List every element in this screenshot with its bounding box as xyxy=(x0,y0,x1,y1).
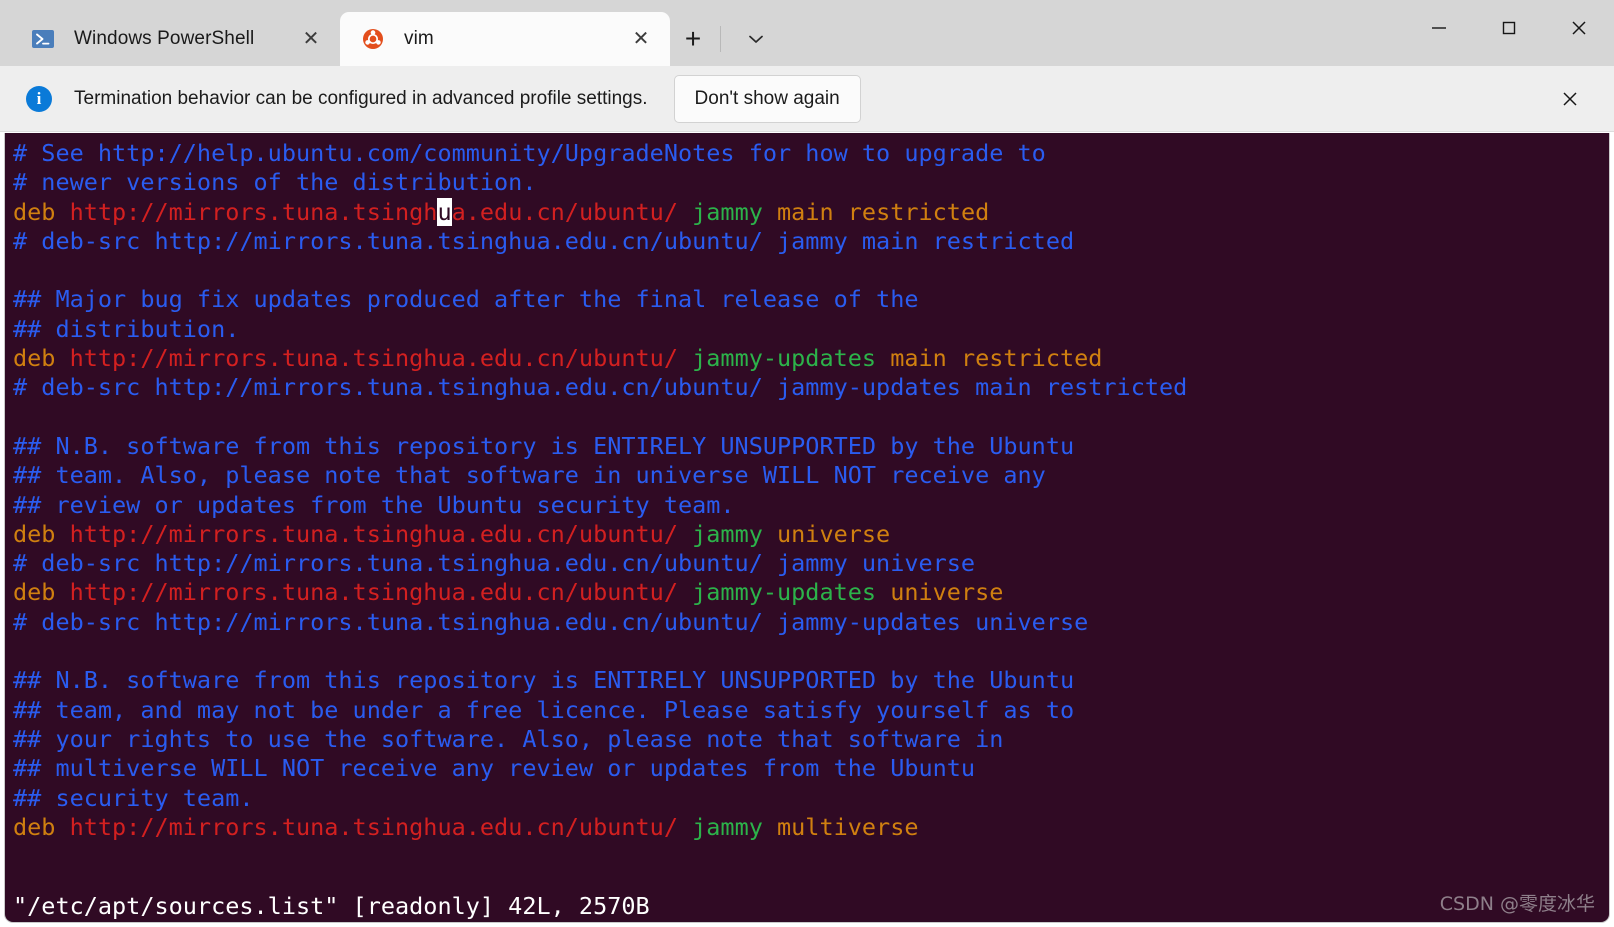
terminal-line: ## N.B. software from this repository is… xyxy=(13,432,1609,461)
terminal-line: ## N.B. software from this repository is… xyxy=(13,666,1609,695)
deb-keyword: deb xyxy=(13,197,70,226)
components: main restricted xyxy=(777,197,990,226)
deb-keyword: deb xyxy=(13,812,70,841)
tab-vim[interactable]: vim ✕ xyxy=(340,12,670,66)
components: multiverse xyxy=(777,812,919,841)
repo-url: http://mirrors.tuna.tsinghua.edu.cn/ubun… xyxy=(69,812,693,841)
comment-text: ## N.B. software from this repository is… xyxy=(13,666,1075,695)
chevron-down-icon[interactable] xyxy=(733,16,779,62)
comment-text: ## multiverse WILL NOT receive any revie… xyxy=(13,754,976,783)
status-cursor-position: 3,31 xyxy=(1263,921,1320,922)
repo-url: a.edu.cn/ubuntu/ xyxy=(451,197,693,226)
tab-windows-powershell[interactable]: Windows PowerShell ✕ xyxy=(10,12,340,66)
close-icon[interactable] xyxy=(1548,77,1592,121)
terminal-line: # deb-src http://mirrors.tuna.tsinghua.e… xyxy=(13,608,1609,637)
terminal-line: # See http://help.ubuntu.com/community/U… xyxy=(13,139,1609,168)
terminal-line: ## team, and may not be under a free lic… xyxy=(13,696,1609,725)
terminal-line: ## distribution. xyxy=(13,315,1609,344)
dont-show-again-button[interactable]: Don't show again xyxy=(673,74,861,123)
minimize-button[interactable] xyxy=(1404,0,1474,56)
close-icon[interactable]: ✕ xyxy=(296,24,326,54)
terminal-line: # deb-src http://mirrors.tuna.tsinghua.e… xyxy=(13,373,1609,402)
watermark: CSDN @零度冰华 xyxy=(1439,893,1595,915)
window-controls xyxy=(1404,0,1614,66)
vim-status-line: "/etc/apt/sources.list" [readonly] 42L, … xyxy=(5,863,1609,922)
comment-text: ## review or updates from the Ubuntu sec… xyxy=(13,490,735,519)
notification-bar: i Termination behavior can be configured… xyxy=(0,66,1614,132)
tab-label: vim xyxy=(404,28,434,49)
comment-text: ## team. Also, please note that software… xyxy=(13,461,1046,490)
comment-text: # See http://help.ubuntu.com/community/U… xyxy=(13,139,1046,167)
new-tab-button[interactable]: + xyxy=(670,16,716,62)
terminal-line: deb http://mirrors.tuna.tsinghua.edu.cn/… xyxy=(13,813,1609,842)
title-bar: Windows PowerShell ✕ vim ✕ + xyxy=(0,0,1614,66)
tab-strip: Windows PowerShell ✕ vim ✕ + xyxy=(0,0,779,66)
ubuntu-icon xyxy=(362,28,384,50)
terminal-line: deb http://mirrors.tuna.tsinghua.edu.cn/… xyxy=(13,578,1609,607)
terminal-line: ## your rights to use the software. Also… xyxy=(13,725,1609,754)
deb-keyword: deb xyxy=(13,344,70,373)
terminal-pane[interactable]: # See http://help.ubuntu.com/community/U… xyxy=(4,133,1610,923)
terminal-line: # deb-src http://mirrors.tuna.tsinghua.e… xyxy=(13,549,1609,578)
repo-url: http://mirrors.tuna.tsinghua.edu.cn/ubun… xyxy=(69,344,693,373)
comment-text: # deb-src http://mirrors.tuna.tsinghua.e… xyxy=(13,607,1089,636)
terminal-line: ## multiverse WILL NOT receive any revie… xyxy=(13,754,1609,783)
titlebar-spacer xyxy=(779,0,1404,66)
deb-keyword: deb xyxy=(13,578,70,607)
maximize-button[interactable] xyxy=(1474,0,1544,56)
comment-text: ## your rights to use the software. Also… xyxy=(13,724,1004,753)
distribution-name: jammy-updates xyxy=(692,344,891,373)
comment-text: # newer versions of the distribution. xyxy=(13,168,537,197)
info-icon: i xyxy=(26,85,52,112)
terminal-line: deb http://mirrors.tuna.tsinghua.edu.cn/… xyxy=(13,197,1609,227)
deb-keyword: deb xyxy=(13,519,70,548)
tab-label: Windows PowerShell xyxy=(74,28,255,49)
distribution-name: jammy xyxy=(692,519,778,548)
components: universe xyxy=(890,578,1004,607)
repo-url: http://mirrors.tuna.tsinghua.edu.cn/ubun… xyxy=(69,519,693,548)
comment-text: ## team, and may not be under a free lic… xyxy=(13,695,1075,724)
comment-text: # deb-src http://mirrors.tuna.tsinghua.e… xyxy=(13,549,976,578)
divider xyxy=(720,26,721,52)
close-button[interactable] xyxy=(1544,0,1614,56)
repo-url: http://mirrors.tuna.tsinghua.edu.cn/ubun… xyxy=(69,578,693,607)
comment-text: # deb-src http://mirrors.tuna.tsinghua.e… xyxy=(13,226,1075,255)
comment-text: # deb-src http://mirrors.tuna.tsinghua.e… xyxy=(13,373,1188,402)
terminal-line: deb http://mirrors.tuna.tsinghua.edu.cn/… xyxy=(13,520,1609,549)
terminal-line: # newer versions of the distribution. xyxy=(13,168,1609,197)
terminal-line: ## Major bug fix updates produced after … xyxy=(13,285,1609,314)
repo-url: http://mirrors.tuna.tsingh xyxy=(69,197,438,226)
status-filename: "/etc/apt/sources.list" [readonly] 42L, … xyxy=(13,892,650,920)
components: main restricted xyxy=(890,344,1103,373)
powershell-icon xyxy=(32,28,54,50)
close-icon[interactable]: ✕ xyxy=(626,24,656,54)
distribution-name: jammy xyxy=(692,197,778,226)
comment-text: ## N.B. software from this repository is… xyxy=(13,431,1075,460)
terminal-line: # deb-src http://mirrors.tuna.tsinghua.e… xyxy=(13,227,1609,256)
comment-text: ## security team. xyxy=(13,783,254,812)
terminal-window: Windows PowerShell ✕ vim ✕ + i Terminati… xyxy=(0,0,1614,927)
terminal-text-buffer: # See http://help.ubuntu.com/community/U… xyxy=(5,133,1609,842)
distribution-name: jammy xyxy=(692,812,778,841)
components: universe xyxy=(777,519,891,548)
comment-text: ## Major bug fix updates produced after … xyxy=(13,285,919,314)
terminal-line: ## team. Also, please note that software… xyxy=(13,461,1609,490)
distribution-name: jammy-updates xyxy=(692,578,891,607)
notification-message: Termination behavior can be configured i… xyxy=(74,87,648,109)
comment-text: ## distribution. xyxy=(13,314,240,343)
terminal-line: ## review or updates from the Ubuntu sec… xyxy=(13,491,1609,520)
terminal-line: ## security team. xyxy=(13,784,1609,813)
terminal-line: deb http://mirrors.tuna.tsinghua.edu.cn/… xyxy=(13,344,1609,373)
text-cursor: u xyxy=(437,197,452,226)
